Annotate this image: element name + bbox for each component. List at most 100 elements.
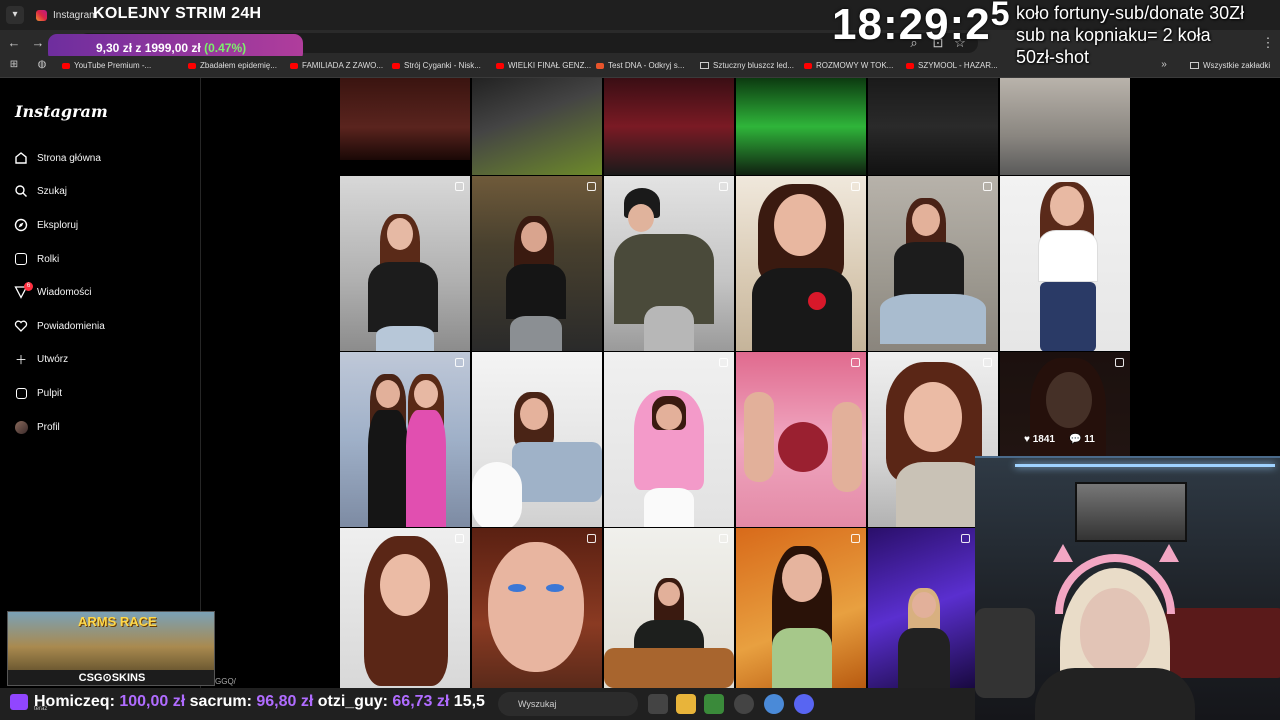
sidebar-item-label: Szukaj — [37, 185, 68, 197]
tab-list-icon[interactable]: ▾ — [6, 6, 24, 24]
youtube-icon — [804, 62, 812, 69]
youtube-icon — [392, 62, 400, 69]
multiple-images-icon — [851, 182, 860, 191]
multiple-images-icon — [961, 534, 970, 543]
sidebar-item-notifications[interactable]: Powiadomienia — [14, 315, 105, 337]
reels-icon — [14, 252, 28, 266]
search-placeholder: Wyszukaj — [518, 699, 557, 709]
post-thumbnail[interactable] — [472, 528, 602, 688]
screen: ▾ Instagram KOLEJNY STRIM 24H ← → ↻ ⌕ ⊡ … — [0, 0, 1280, 720]
sidebar-item-label: Utwórz — [37, 353, 69, 365]
ticker-time: teraz — [34, 706, 48, 712]
post-thumbnail[interactable] — [736, 528, 866, 688]
video-icon — [587, 534, 596, 543]
bookmark-item[interactable]: Strój Cyganki - Nisk... — [392, 61, 481, 70]
sidebar-item-dashboard[interactable]: Pulpit — [14, 382, 62, 404]
bookmark-item[interactable]: Test DNA - Odkryj s... — [596, 61, 684, 70]
youtube-icon — [496, 62, 504, 69]
post-thumbnail[interactable] — [736, 78, 866, 175]
globe-icon[interactable]: ◍ — [34, 59, 50, 70]
sidebar-item-label: Wiadomości — [37, 286, 92, 298]
compass-icon — [14, 218, 28, 232]
page-icon — [700, 62, 709, 69]
store-icon[interactable] — [704, 694, 724, 714]
sidebar-item-search[interactable]: Szukaj — [14, 180, 67, 202]
sidebar-item-reels[interactable]: Rolki — [14, 248, 59, 270]
post-thumbnail[interactable] — [604, 176, 734, 351]
post-thumbnail[interactable] — [868, 78, 998, 175]
sidebar-item-label: Pulpit — [37, 387, 63, 399]
post-thumbnail[interactable] — [736, 176, 866, 351]
bookmark-item[interactable]: ROZMOWY W TOK... — [804, 61, 893, 70]
post-thumbnail[interactable] — [604, 352, 734, 527]
instagram-logo[interactable]: Instagram — [15, 102, 108, 121]
sidebar-item-home[interactable]: Strona główna — [14, 147, 101, 169]
post-thumbnail[interactable] — [604, 78, 734, 175]
post-thumbnail[interactable] — [340, 528, 470, 688]
forward-icon[interactable]: → — [30, 35, 46, 50]
bookmark-item[interactable]: FAMILIADA Z ZAWO... — [290, 61, 383, 70]
youtube-icon — [906, 62, 914, 69]
bookmark-item[interactable]: Sztuczny bluszcz led... — [700, 61, 794, 70]
task-view-icon[interactable] — [648, 694, 668, 714]
post-thumbnail[interactable] — [340, 176, 470, 351]
multiple-images-icon — [719, 182, 728, 191]
clock-tail: 5 — [990, 0, 1011, 33]
post-thumbnail[interactable] — [736, 352, 866, 527]
comments-value: 11 — [1084, 434, 1095, 445]
avatar — [14, 420, 28, 434]
ticker-tail: 15,5 — [453, 693, 485, 710]
donor-name: sacrum: — [189, 693, 252, 710]
heart-icon — [14, 319, 28, 333]
post-thumbnail[interactable] — [604, 528, 734, 688]
post-thumbnail[interactable] — [1000, 176, 1130, 351]
stream-title: KOLEJNY STRIM 24H — [93, 5, 262, 22]
post-thumbnail[interactable] — [868, 176, 998, 351]
multiple-images-icon — [455, 182, 464, 191]
sidebar-item-explore[interactable]: Eksploruj — [14, 214, 78, 236]
sidebar-item-label: Profil — [37, 421, 60, 433]
sidebar-item-messages[interactable]: 6 Wiadomości — [14, 281, 91, 303]
post-thumbnail[interactable] — [472, 352, 602, 527]
bookmark-item[interactable]: SZYMOOL - HAZAR... — [906, 61, 998, 70]
url-fragment: GGQ/ — [215, 677, 236, 686]
sidebar-item-label: Eksploruj — [37, 219, 79, 231]
sidebar-item-profile[interactable]: Profil — [14, 416, 60, 438]
comments-count: 💬 11 — [1068, 434, 1095, 445]
file-explorer-icon[interactable] — [676, 694, 696, 714]
multiple-images-icon — [455, 534, 464, 543]
donor-amount: 66,73 zł — [392, 693, 450, 710]
sponsor-brand: CSG⊙SKINS — [8, 670, 214, 685]
post-thumbnail[interactable] — [340, 352, 470, 527]
messages-badge: 6 — [24, 282, 33, 291]
tab-label: Instagram — [53, 9, 98, 21]
post-stats: ♥ 1841 💬 11 — [1024, 434, 1095, 445]
home-icon — [14, 151, 28, 165]
donate-percent: (0.47%) — [204, 41, 247, 55]
post-thumbnail[interactable] — [340, 78, 470, 160]
taskbar-search-input[interactable]: Wyszukaj — [498, 692, 638, 716]
obs-icon[interactable] — [734, 694, 754, 714]
post-thumbnail[interactable] — [868, 528, 976, 688]
multiple-images-icon — [719, 358, 728, 367]
multiple-images-icon — [455, 358, 464, 367]
chrome-icon[interactable] — [764, 694, 784, 714]
post-thumbnail[interactable] — [472, 78, 602, 175]
post-thumbnail[interactable] — [472, 176, 602, 351]
sidebar-item-create[interactable]: ＋ Utwórz — [14, 348, 68, 370]
sidebar-item-label: Strona główna — [37, 152, 101, 164]
bookmark-item[interactable]: YouTube Premium -... — [62, 61, 151, 70]
sponsor-brand-label: CSG⊙SKINS — [78, 672, 146, 684]
bookmark-item[interactable]: Zbadałem epidemię... — [188, 61, 277, 70]
streamer-webcam — [975, 456, 1280, 720]
multiple-images-icon — [851, 358, 860, 367]
apps-icon[interactable]: ⊞ — [6, 59, 22, 70]
bookmark-item[interactable]: WIELKI FINAŁ GENZ... — [496, 61, 591, 70]
clock-main: 18:29:2 — [832, 0, 991, 49]
donor-name: otzi_guy: — [317, 693, 388, 710]
wheel-line: sub na kopniaku= 2 koła — [1016, 25, 1211, 45]
back-icon[interactable]: ← — [6, 35, 22, 50]
post-thumbnail[interactable] — [1000, 78, 1130, 175]
sidebar-item-label: Rolki — [37, 253, 60, 265]
discord-icon[interactable] — [794, 694, 814, 714]
